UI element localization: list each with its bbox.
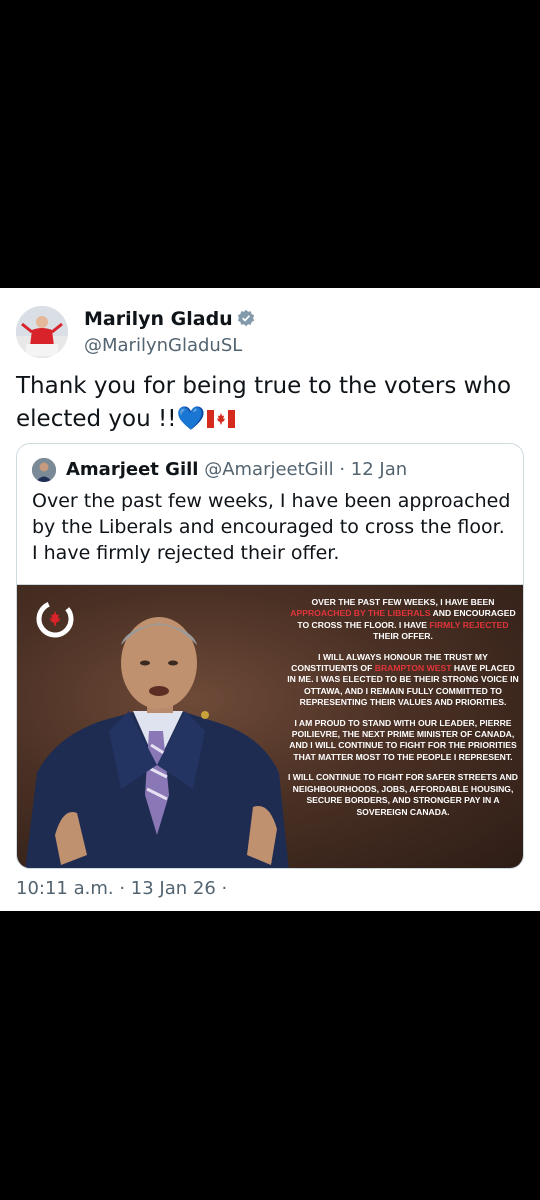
- canada-flag-icon: [207, 405, 236, 428]
- statement-p1-part-c: their offer.: [373, 631, 433, 642]
- tweet-card[interactable]: Marilyn Gladu @MarilynGladuSL Thank you …: [0, 288, 540, 911]
- statement-p1-highlight-2: firmly rejected: [429, 619, 509, 630]
- quoted-tweet-image[interactable]: Over the past few weeks, I have been app…: [17, 584, 523, 868]
- statement-p2-highlight: Brampton West: [374, 663, 452, 674]
- statement-text: Over the past few weeks, I have been app…: [287, 597, 519, 827]
- quoted-author-name[interactable]: Amarjeet Gill: [66, 459, 198, 480]
- conservative-party-logo-icon: [36, 600, 74, 638]
- quoted-author-avatar[interactable]: [32, 458, 56, 482]
- statement-p3: I am proud to stand with our leader, Pie…: [289, 717, 517, 762]
- statement-p1-part-a: Over the past few weeks, I have been: [311, 597, 495, 607]
- tweet-text: Thank you for being true to the voters w…: [16, 370, 524, 436]
- blue-heart-emoji: 💙: [176, 406, 206, 432]
- tweet-timestamp[interactable]: 10:11 a.m. · 13 Jan 26 ·: [16, 878, 227, 899]
- author-avatar[interactable]: [16, 306, 68, 358]
- quoted-tweet-header: Amarjeet Gill @AmarjeetGill · 12 Jan: [32, 457, 512, 483]
- quoted-date[interactable]: 12 Jan: [351, 459, 407, 480]
- statement-p1-highlight-1: approached by the Liberals: [290, 608, 431, 619]
- tweet-author[interactable]: Marilyn Gladu @MarilynGladuSL: [16, 306, 524, 362]
- quoted-separator: ·: [333, 459, 351, 480]
- author-handle[interactable]: @MarilynGladuSL: [84, 335, 255, 356]
- quoted-tweet[interactable]: Amarjeet Gill @AmarjeetGill · 12 Jan Ove…: [16, 443, 524, 869]
- tweet-text-content: Thank you for being true to the voters w…: [16, 373, 512, 432]
- verified-badge-icon: [237, 309, 255, 331]
- author-name[interactable]: Marilyn Gladu: [84, 308, 233, 330]
- statement-p4: I will continue to fight for safer stree…: [288, 772, 518, 817]
- quoted-author-handle[interactable]: @AmarjeetGill: [204, 459, 333, 480]
- quoted-tweet-text: Over the past few weeks, I have been app…: [32, 490, 511, 564]
